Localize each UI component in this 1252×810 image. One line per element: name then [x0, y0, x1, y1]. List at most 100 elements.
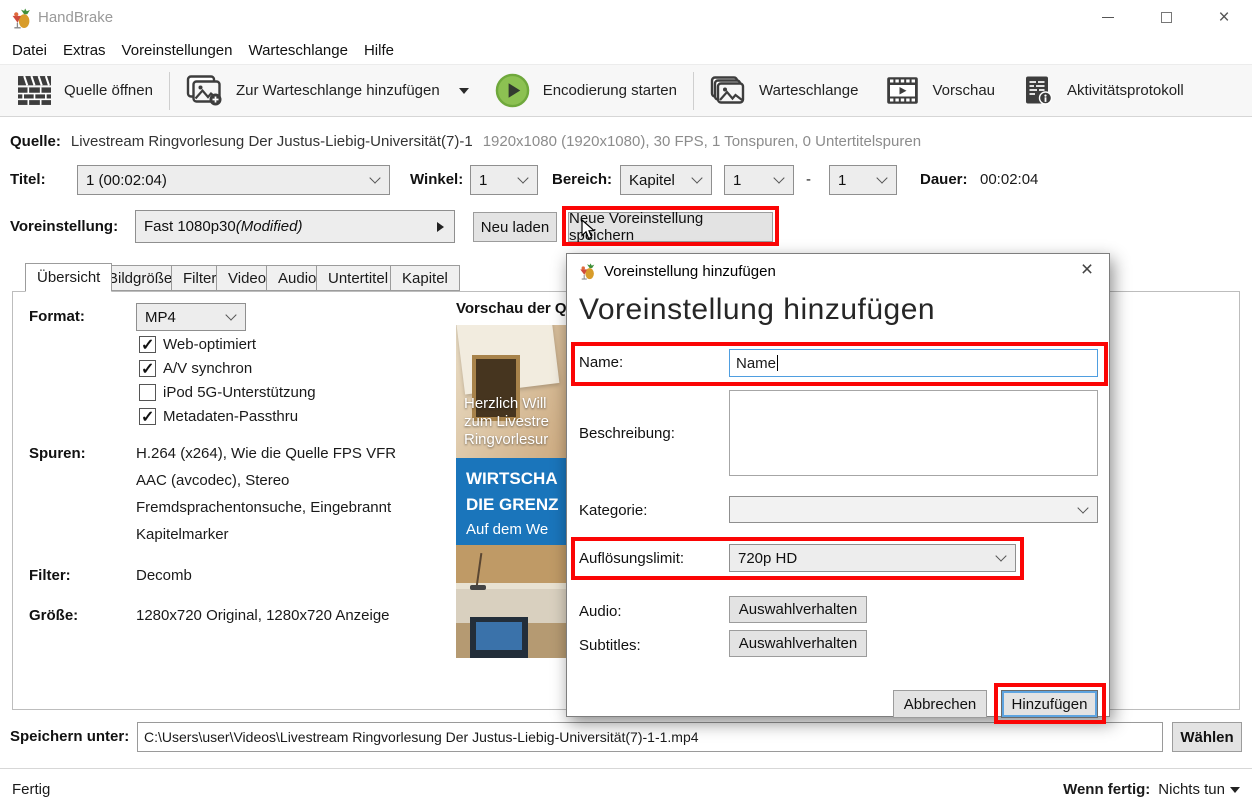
checkbox-ipod-5g-label: iPod 5G-Unterstützung: [163, 384, 316, 402]
maximize-icon: [1161, 12, 1172, 23]
browse-button[interactable]: Wählen: [1172, 722, 1242, 752]
source-label: Quelle:: [10, 133, 61, 150]
source-details: 1920x1080 (1920x1080), 30 FPS, 1 Tonspur…: [483, 133, 921, 150]
tab-kapitel[interactable]: Kapitel: [390, 265, 460, 291]
range-separator: -: [806, 165, 811, 195]
tab-untertitel[interactable]: Untertitel: [316, 265, 400, 291]
activity-log-button[interactable]: Aktivitätsprotokoll: [1013, 69, 1194, 113]
category-select[interactable]: [729, 496, 1098, 523]
menu-extras[interactable]: Extras: [55, 42, 114, 59]
add-button[interactable]: Hinzufügen: [1001, 690, 1098, 718]
range-from-select[interactable]: 1: [724, 165, 794, 195]
add-to-queue-dropdown-icon[interactable]: [459, 88, 469, 94]
preset-label: Voreinstellung:: [10, 210, 118, 243]
duration-label: Dauer:: [920, 165, 968, 195]
angle-select[interactable]: 1: [470, 165, 538, 195]
when-done-dropdown-icon[interactable]: [1230, 787, 1240, 793]
microphone: [476, 553, 483, 587]
preview-button[interactable]: Vorschau: [876, 69, 1005, 113]
format-label: Format:: [29, 303, 85, 331]
menu-datei[interactable]: Datei: [4, 42, 55, 59]
queue-icon: [710, 76, 746, 106]
menu-bar: Datei Extras Voreinstellungen Warteschla…: [0, 36, 1252, 64]
handbrake-window: HandBrake × Datei Extras Voreinstellunge…: [0, 0, 1252, 810]
add-to-queue-button[interactable]: Zur Warteschlange hinzufügen: [176, 69, 479, 113]
menu-voreinstellungen[interactable]: Voreinstellungen: [114, 42, 241, 59]
activity-log-icon: [1023, 75, 1054, 106]
reload-preset-button[interactable]: Neu laden: [473, 212, 557, 242]
duration-value: 00:02:04: [980, 165, 1038, 195]
menu-hilfe[interactable]: Hilfe: [356, 42, 402, 59]
dialog-heading: Voreinstellung hinzufügen: [579, 293, 935, 327]
toolbar-divider: [169, 72, 170, 110]
menu-warteschlange[interactable]: Warteschlange: [240, 42, 356, 59]
category-label: Kategorie:: [579, 502, 647, 519]
start-encode-button[interactable]: Encodierung starten: [485, 69, 687, 113]
track-video: H.264 (x264), Wie die Quelle FPS VFR: [136, 445, 396, 462]
queue-button[interactable]: Warteschlange: [700, 69, 869, 113]
toolbar: Quelle öffnen Zur Warteschlange hinzufüg…: [0, 64, 1252, 117]
tab-uebersicht[interactable]: Übersicht: [25, 263, 112, 292]
resolution-limit-label: Auflösungslimit:: [579, 550, 684, 567]
track-chapters: Kapitelmarker: [136, 526, 229, 543]
checkbox-ipod-5g[interactable]: [139, 384, 156, 401]
checkbox-av-sync[interactable]: [139, 360, 156, 377]
dialog-close-button[interactable]: ×: [1065, 254, 1109, 286]
close-button[interactable]: ×: [1201, 0, 1247, 34]
range-to-select[interactable]: 1: [829, 165, 897, 195]
add-to-queue-icon: [186, 75, 223, 106]
audio-selection-behaviour-button[interactable]: Auswahlverhalten: [729, 596, 867, 623]
format-select[interactable]: MP4: [136, 303, 246, 331]
text-caret: [777, 355, 778, 371]
dialog-title-bar: Voreinstellung hinzufügen: [567, 254, 1109, 288]
size-label: Größe:: [29, 607, 78, 624]
subtitles-selection-behaviour-button[interactable]: Auswahlverhalten: [729, 630, 867, 657]
range-label: Bereich:: [552, 165, 612, 195]
queue-label: Warteschlange: [759, 82, 859, 99]
close-icon: ×: [1081, 258, 1093, 282]
activity-log-label: Aktivitätsprotokoll: [1067, 82, 1184, 99]
handbrake-logo-icon: [11, 8, 32, 29]
subtitles-label: Subtitles:: [579, 637, 641, 654]
close-icon: ×: [1218, 8, 1229, 27]
status-text: Fertig: [12, 781, 50, 798]
range-type-select[interactable]: Kapitel: [620, 165, 712, 195]
when-done-select[interactable]: Nichts tun: [1158, 781, 1225, 798]
checkbox-av-sync-label: A/V synchron: [163, 360, 252, 378]
source-name: Livestream Ringvorlesung Der Justus-Lieb…: [71, 133, 473, 150]
film-preview-icon: [886, 76, 919, 105]
preset-modified-flag: (Modified): [236, 218, 303, 235]
laptop: [470, 617, 528, 658]
clapperboard-icon: [18, 76, 51, 105]
preview-label: Vorschau: [932, 82, 995, 99]
track-subtitle: Fremdsprachentonsuche, Eingebrannt: [136, 499, 391, 516]
slide-welcome-text: Herzlich Will zum Livestre Ringvorlesur: [464, 395, 549, 449]
name-label: Name:: [579, 354, 623, 371]
title-select[interactable]: 1 (00:02:04): [77, 165, 390, 195]
destination-path-input[interactable]: C:\Users\user\Videos\Livestream Ringvorl…: [137, 722, 1163, 752]
checkbox-web-optimized[interactable]: [139, 336, 156, 353]
source-row: Quelle: Livestream Ringvorlesung Der Jus…: [10, 131, 921, 151]
resolution-limit-select[interactable]: 720p HD: [729, 544, 1016, 572]
status-bar: Fertig Wenn fertig: Nichts tun: [0, 768, 1252, 810]
window-title: HandBrake: [38, 9, 113, 26]
handbrake-logo-icon: [579, 263, 596, 280]
audio-label: Audio:: [579, 603, 622, 620]
open-source-button[interactable]: Quelle öffnen: [8, 69, 163, 113]
cancel-button[interactable]: Abbrechen: [893, 690, 987, 718]
description-label: Beschreibung:: [579, 425, 675, 442]
title-bar: HandBrake ×: [0, 0, 1252, 36]
name-input[interactable]: Name: [729, 349, 1098, 377]
save-new-preset-button[interactable]: Neue Voreinstellung speichern: [568, 212, 773, 242]
angle-label: Winkel:: [410, 165, 463, 195]
checkbox-metadata-passthru[interactable]: [139, 408, 156, 425]
preset-select[interactable]: Fast 1080p30 (Modified): [135, 210, 455, 243]
open-source-label: Quelle öffnen: [64, 82, 153, 99]
description-textarea[interactable]: [729, 390, 1098, 476]
checkbox-web-optimized-label: Web-optimiert: [163, 336, 256, 354]
filter-label: Filter:: [29, 567, 71, 584]
microphone-base: [470, 585, 486, 590]
minimize-icon: [1102, 17, 1114, 18]
maximize-button[interactable]: [1143, 0, 1189, 34]
minimize-button[interactable]: [1085, 0, 1131, 34]
